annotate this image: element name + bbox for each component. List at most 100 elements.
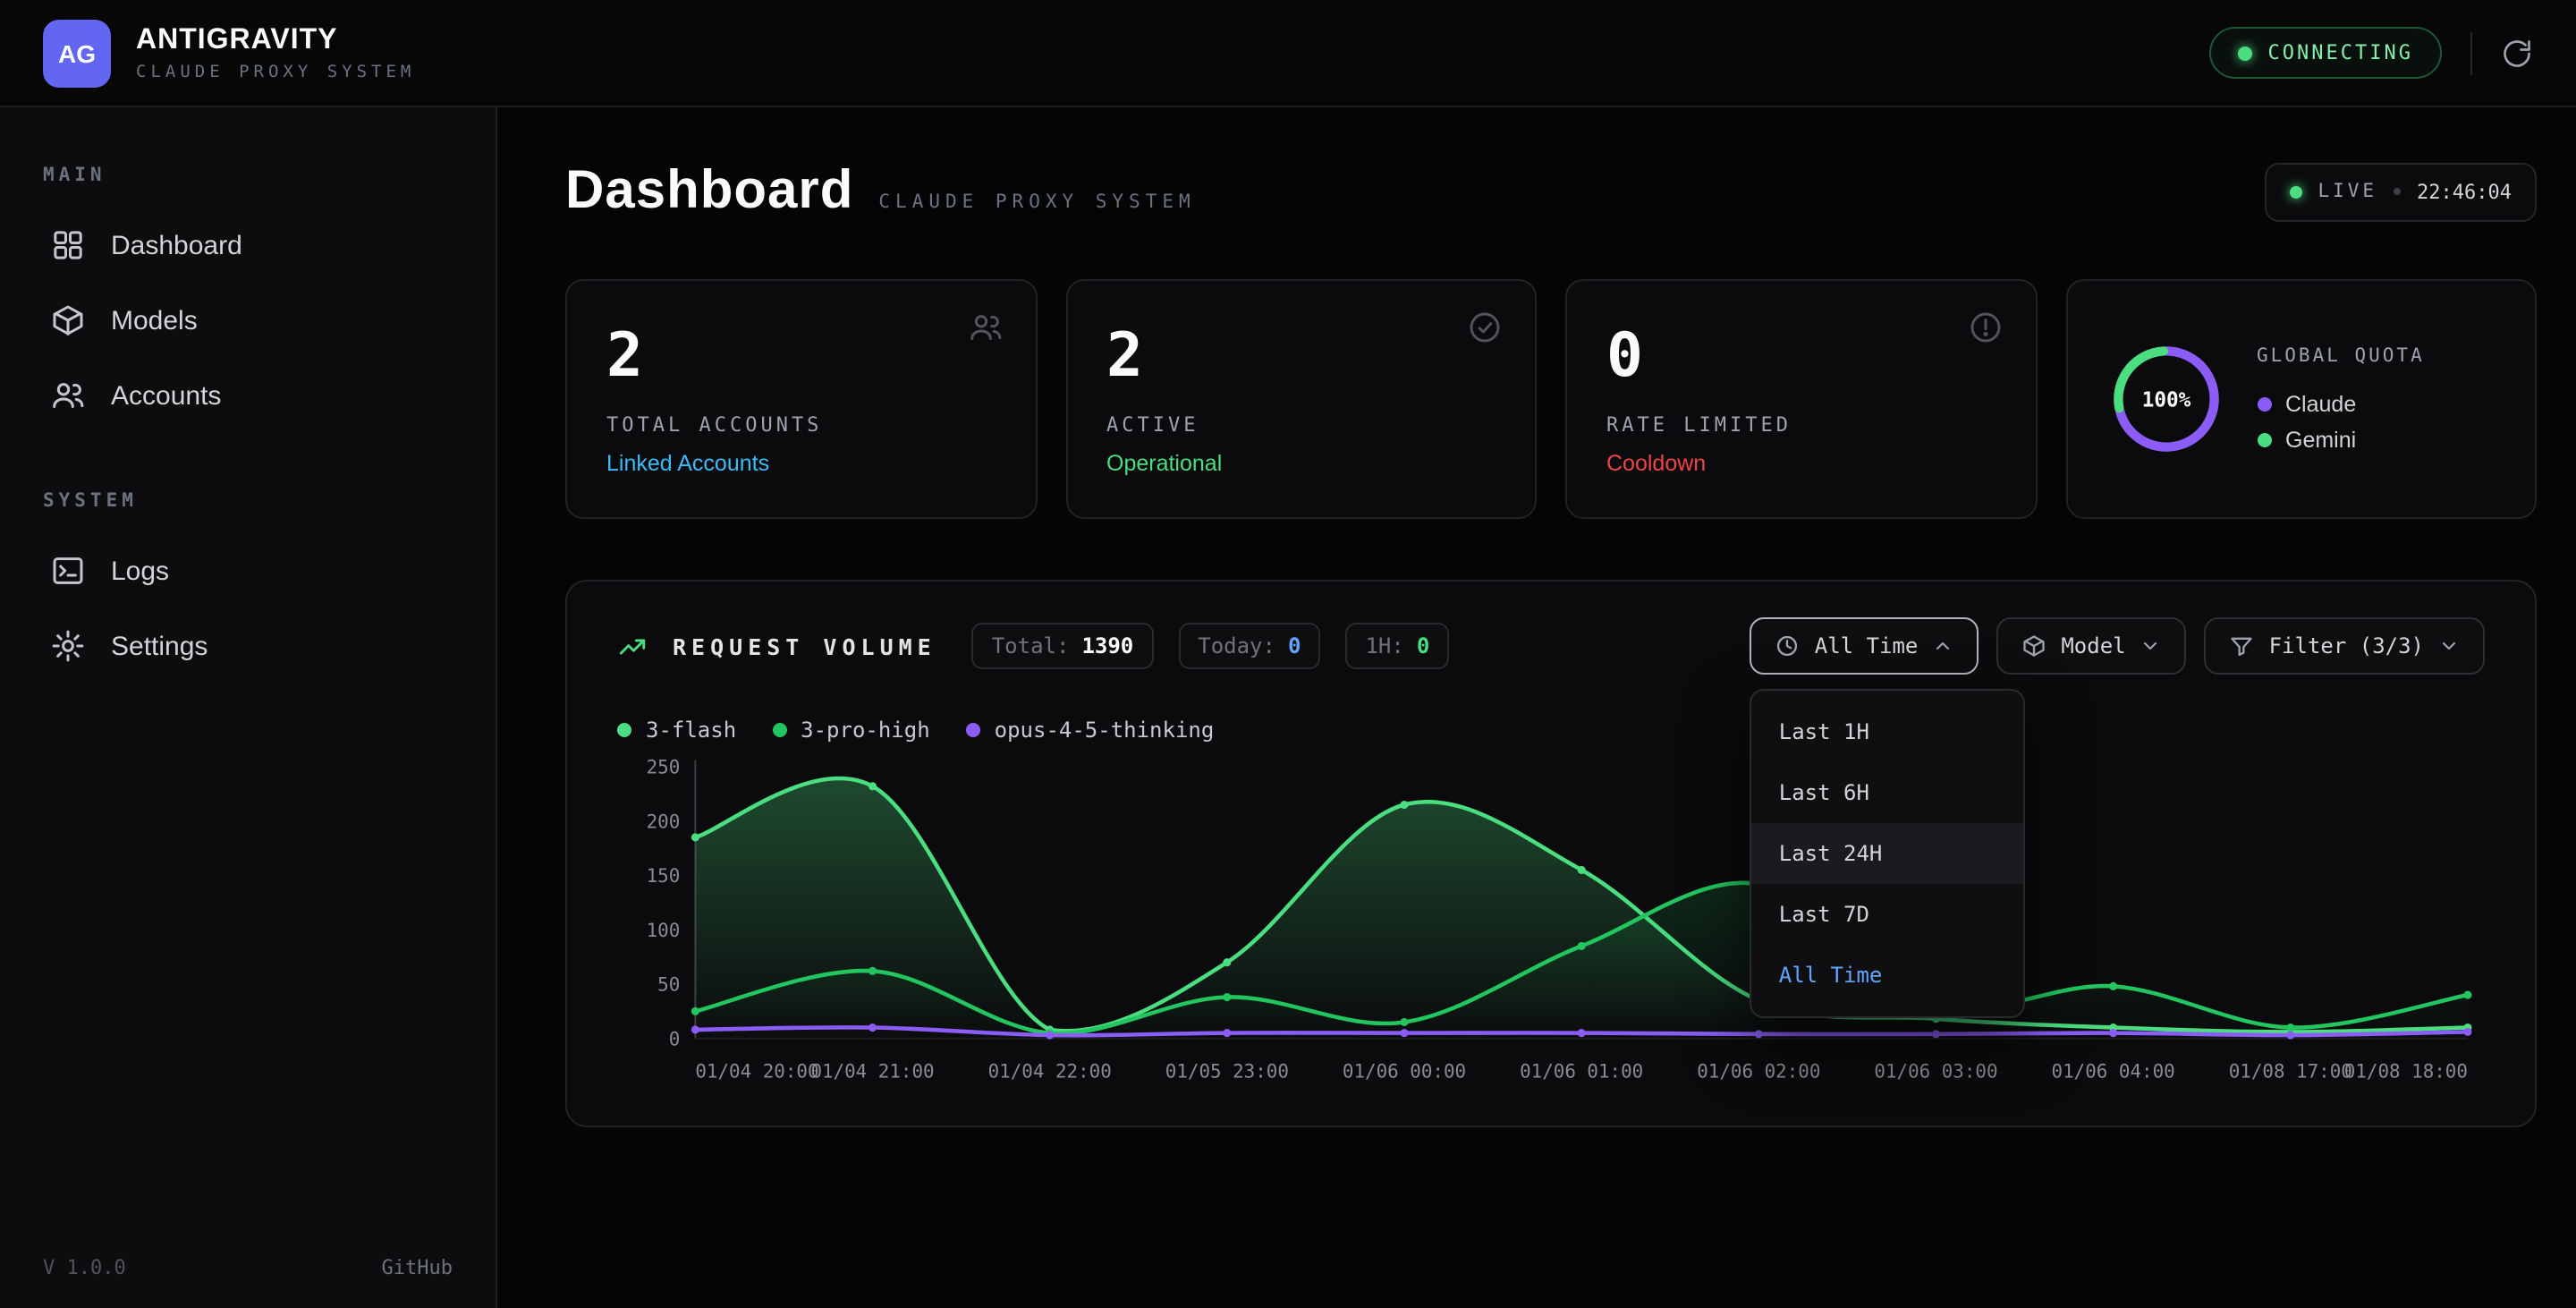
legend-label: 3-flash — [646, 718, 736, 743]
chevron-up-icon — [1932, 635, 1953, 657]
svg-text:01/05 23:00: 01/05 23:00 — [1165, 1060, 1289, 1082]
quota-label: GLOBAL QUOTA — [2257, 345, 2425, 367]
svg-text:250: 250 — [647, 757, 681, 778]
live-dot-icon — [2289, 185, 2301, 198]
stat-label: ACTIVE — [1106, 413, 1496, 437]
main-content: Dashboard CLAUDE PROXY SYSTEM LIVE 22:46… — [497, 107, 2576, 1308]
status-label: CONNECTING — [2268, 41, 2413, 64]
separator-dot — [2394, 188, 2401, 195]
stat-card-rate-limited: 0 RATE LIMITED Cooldown — [1565, 279, 2037, 519]
hour-requests-pill: 1H: 0 — [1345, 623, 1449, 669]
connection-status-pill[interactable]: CONNECTING — [2209, 27, 2442, 79]
users-icon — [967, 310, 1003, 345]
dropdown-item-last-6h[interactable]: Last 6H — [1752, 762, 2024, 823]
request-volume-chart: 05010015020025001/04 20:0001/04 21:0001/… — [617, 750, 2485, 1100]
app-logo: AG — [43, 19, 111, 87]
check-circle-icon — [1467, 310, 1503, 345]
svg-text:01/04 21:00: 01/04 21:00 — [810, 1060, 934, 1082]
pill-value: 1390 — [1081, 633, 1133, 658]
github-link[interactable]: GitHub — [382, 1256, 453, 1279]
dropdown-item-last-24h[interactable]: Last 24H — [1752, 823, 2024, 884]
svg-text:01/08 17:00: 01/08 17:00 — [2229, 1060, 2352, 1082]
svg-text:0: 0 — [669, 1028, 681, 1049]
svg-text:100%: 100% — [2141, 388, 2190, 412]
stat-card-active: 2 ACTIVE Operational — [1065, 279, 1537, 519]
sidebar-section-system: SYSTEM — [43, 490, 453, 512]
global-quota-card: 100% GLOBAL QUOTA Claude Gemini — [2065, 279, 2537, 519]
svg-text:200: 200 — [647, 811, 681, 832]
sidebar-item-settings[interactable]: Settings — [43, 608, 453, 684]
divider — [2470, 31, 2472, 74]
page-subtitle: CLAUDE PROXY SYSTEM — [878, 191, 1195, 213]
refresh-icon[interactable] — [2501, 37, 2533, 69]
trending-up-icon — [617, 631, 648, 661]
time-range-value: All Time — [1815, 633, 1919, 658]
cube-icon — [50, 302, 86, 338]
dropdown-item-last-7d[interactable]: Last 7D — [1752, 884, 2024, 945]
topbar: AG ANTIGRAVITY CLAUDE PROXY SYSTEM CONNE… — [0, 0, 2576, 107]
chevron-down-icon — [2140, 635, 2162, 657]
grid-icon — [50, 227, 86, 263]
chart-legend: 3-flash 3-pro-high opus-4-5-thinking — [617, 718, 2485, 743]
stat-label: RATE LIMITED — [1606, 413, 1996, 437]
quota-legend-label: Gemini — [2285, 428, 2356, 453]
sidebar-item-dashboard[interactable]: Dashboard — [43, 208, 453, 283]
sidebar-item-label: Models — [111, 305, 198, 335]
sidebar-item-models[interactable]: Models — [43, 283, 453, 358]
svg-text:100: 100 — [647, 920, 681, 941]
terminal-icon — [50, 553, 86, 589]
dropdown-item-all-time[interactable]: All Time — [1752, 945, 2024, 1006]
pill-label: Total: — [992, 633, 1070, 658]
model-filter-button[interactable]: Model — [1996, 617, 2186, 675]
chart-title: REQUEST VOLUME — [673, 633, 936, 659]
svg-text:01/06 00:00: 01/06 00:00 — [1343, 1060, 1466, 1082]
series-dot-icon — [772, 723, 786, 737]
request-volume-card: REQUEST VOLUME Total: 1390 Today: 0 1H: … — [565, 580, 2537, 1126]
time-range-dropdown: Last 1H Last 6H Last 24H Last 7D All Tim… — [1750, 689, 2026, 1018]
clock-icon — [1775, 633, 1801, 658]
stat-sublabel: Operational — [1106, 451, 1496, 476]
quota-legend-claude: Claude — [2257, 392, 2425, 417]
sidebar-item-accounts[interactable]: Accounts — [43, 358, 453, 433]
chevron-down-icon — [2438, 635, 2460, 657]
funnel-icon — [2230, 633, 2255, 658]
brand: AG ANTIGRAVITY CLAUDE PROXY SYSTEM — [43, 19, 415, 87]
total-requests-pill: Total: 1390 — [972, 623, 1154, 669]
time-range-button[interactable]: All Time — [1750, 617, 1979, 675]
filter-label: Filter (3/3) — [2269, 633, 2424, 658]
clock-value: 22:46:04 — [2417, 180, 2512, 203]
pill-value: 0 — [1417, 633, 1429, 658]
svg-text:01/04 20:00: 01/04 20:00 — [695, 1060, 818, 1082]
status-dot-icon — [2238, 46, 2252, 60]
filter-button[interactable]: Filter (3/3) — [2205, 617, 2485, 675]
sidebar-section-main: MAIN — [43, 165, 453, 186]
stat-value: 2 — [606, 320, 996, 392]
quota-legend-label: Claude — [2285, 392, 2356, 417]
today-requests-pill: Today: 0 — [1178, 623, 1320, 669]
model-icon — [2021, 633, 2046, 658]
users-icon — [50, 378, 86, 413]
stat-sublabel: Linked Accounts — [606, 451, 996, 476]
dropdown-item-last-1h[interactable]: Last 1H — [1752, 701, 2024, 762]
stat-value: 0 — [1606, 320, 1996, 392]
legend-label: opus-4-5-thinking — [995, 718, 1215, 743]
sidebar-item-label: Dashboard — [111, 230, 242, 260]
gemini-dot-icon — [2257, 433, 2271, 447]
svg-text:01/06 04:00: 01/06 04:00 — [2052, 1060, 2175, 1082]
live-label: LIVE — [2318, 181, 2377, 202]
live-status-pill: LIVE 22:46:04 — [2264, 162, 2537, 221]
app-subtitle: CLAUDE PROXY SYSTEM — [136, 62, 415, 81]
legend-item-opus: opus-4-5-thinking — [966, 718, 1215, 743]
alert-circle-icon — [1967, 310, 2003, 345]
quota-ring-chart: 100% — [2106, 340, 2224, 458]
model-filter-label: Model — [2061, 633, 2125, 658]
sidebar-item-logs[interactable]: Logs — [43, 533, 453, 608]
version-label: V 1.0.0 — [43, 1256, 126, 1279]
stat-label: TOTAL ACCOUNTS — [606, 413, 996, 437]
gear-icon — [50, 628, 86, 664]
pill-label: Today: — [1198, 633, 1275, 658]
svg-text:01/04 22:00: 01/04 22:00 — [988, 1060, 1112, 1082]
svg-text:01/06 01:00: 01/06 01:00 — [1520, 1060, 1643, 1082]
legend-item-3-pro-high: 3-pro-high — [772, 718, 930, 743]
stat-card-total-accounts: 2 TOTAL ACCOUNTS Linked Accounts — [565, 279, 1037, 519]
